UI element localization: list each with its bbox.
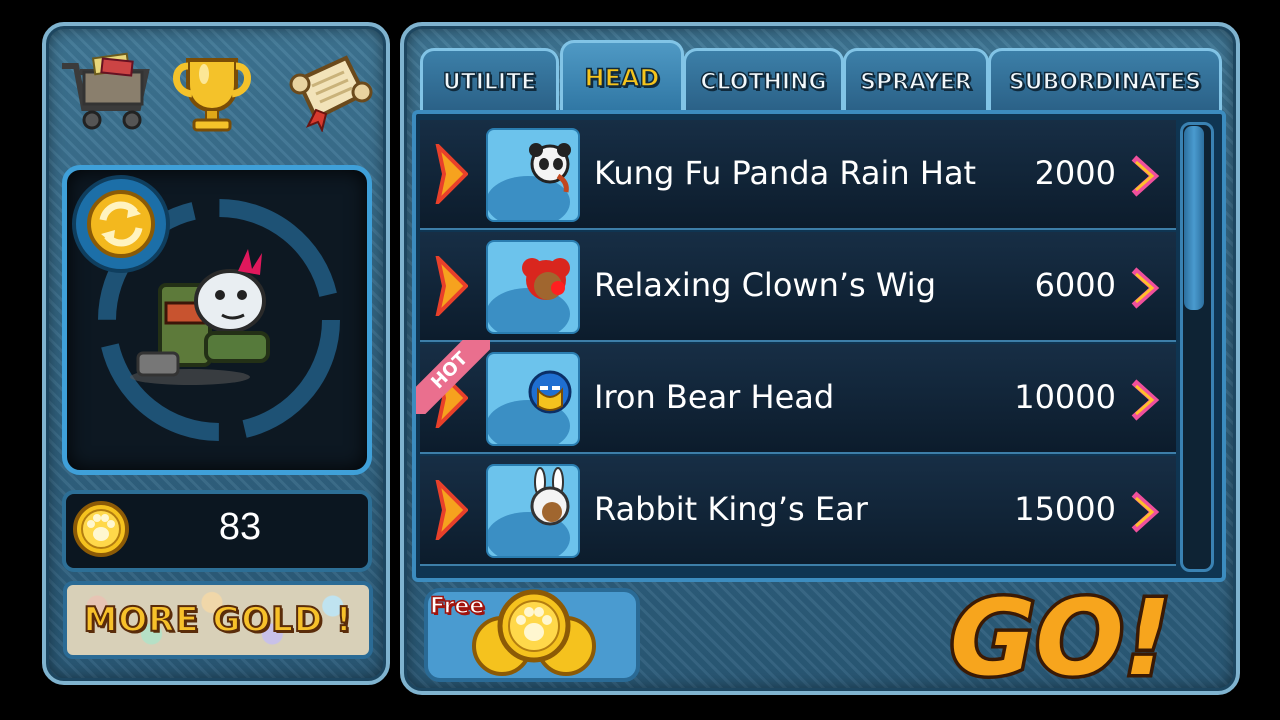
tab-subordinates[interactable]: SUBORDINATES bbox=[988, 48, 1222, 113]
tab-label: HEAD bbox=[584, 63, 660, 93]
free-label: Free bbox=[429, 593, 485, 620]
item-name: Rabbit King’s Ear bbox=[594, 490, 868, 528]
scroll-quest-icon[interactable] bbox=[282, 52, 374, 132]
list-item[interactable]: Kung Fu Panda Rain Hat 2000 bbox=[420, 120, 1176, 230]
item-price: 15000 bbox=[1014, 490, 1116, 528]
tab-label: SUBORDINATES bbox=[1008, 69, 1202, 96]
list-item[interactable]: Rabbit King’s Ear 15000 bbox=[420, 456, 1176, 566]
chevron-right-icon bbox=[1131, 155, 1160, 197]
tab-head[interactable]: HEAD bbox=[560, 40, 684, 113]
item-name: Kung Fu Panda Rain Hat bbox=[594, 154, 977, 192]
tab-label: UTILITE bbox=[442, 69, 537, 96]
list-item[interactable]: Iron Bear Head 10000 HOT bbox=[416, 340, 1176, 454]
tab-sprayer[interactable]: SPRAYER bbox=[843, 48, 989, 113]
item-name: Iron Bear Head bbox=[594, 378, 835, 416]
item-price: 2000 bbox=[1034, 154, 1116, 192]
bear-character-sprite bbox=[130, 249, 270, 385]
play-arrow-icon bbox=[435, 144, 468, 204]
shop-cart-icon[interactable] bbox=[58, 52, 150, 132]
chevron-right-icon bbox=[1131, 379, 1160, 421]
iron-bear-icon bbox=[486, 352, 580, 446]
chevron-right-icon bbox=[1131, 491, 1160, 533]
hot-badge: HOT bbox=[416, 340, 490, 414]
paw-coin-icon bbox=[73, 501, 129, 557]
gold-amount: 83 bbox=[218, 506, 262, 548]
chevron-right-icon bbox=[1131, 267, 1160, 309]
go-button[interactable]: GO! bbox=[942, 570, 1202, 693]
trophy-icon[interactable] bbox=[166, 54, 258, 134]
tab-utilite[interactable]: UTILITE bbox=[420, 48, 559, 113]
item-name: Relaxing Clown’s Wig bbox=[594, 266, 936, 304]
more-gold-button[interactable]: MORE GOLD ! bbox=[63, 581, 373, 659]
go-label: GO! bbox=[950, 577, 1171, 692]
tab-label: SPRAYER bbox=[859, 69, 972, 96]
play-arrow-icon bbox=[435, 256, 468, 316]
scrollbar-thumb[interactable] bbox=[1184, 126, 1204, 310]
rabbit-ear-icon bbox=[486, 464, 580, 558]
item-price: 6000 bbox=[1034, 266, 1116, 304]
more-gold-label: MORE GOLD ! bbox=[82, 599, 353, 641]
list-item[interactable]: Relaxing Clown’s Wig 6000 bbox=[420, 232, 1176, 342]
panda-hat-icon bbox=[486, 128, 580, 222]
clown-wig-icon bbox=[486, 240, 580, 334]
tab-clothing[interactable]: CLOTHING bbox=[683, 48, 844, 113]
hot-label: HOT bbox=[416, 340, 490, 414]
play-arrow-icon bbox=[435, 480, 468, 540]
item-price: 10000 bbox=[1014, 378, 1116, 416]
tab-label: CLOTHING bbox=[700, 69, 828, 96]
